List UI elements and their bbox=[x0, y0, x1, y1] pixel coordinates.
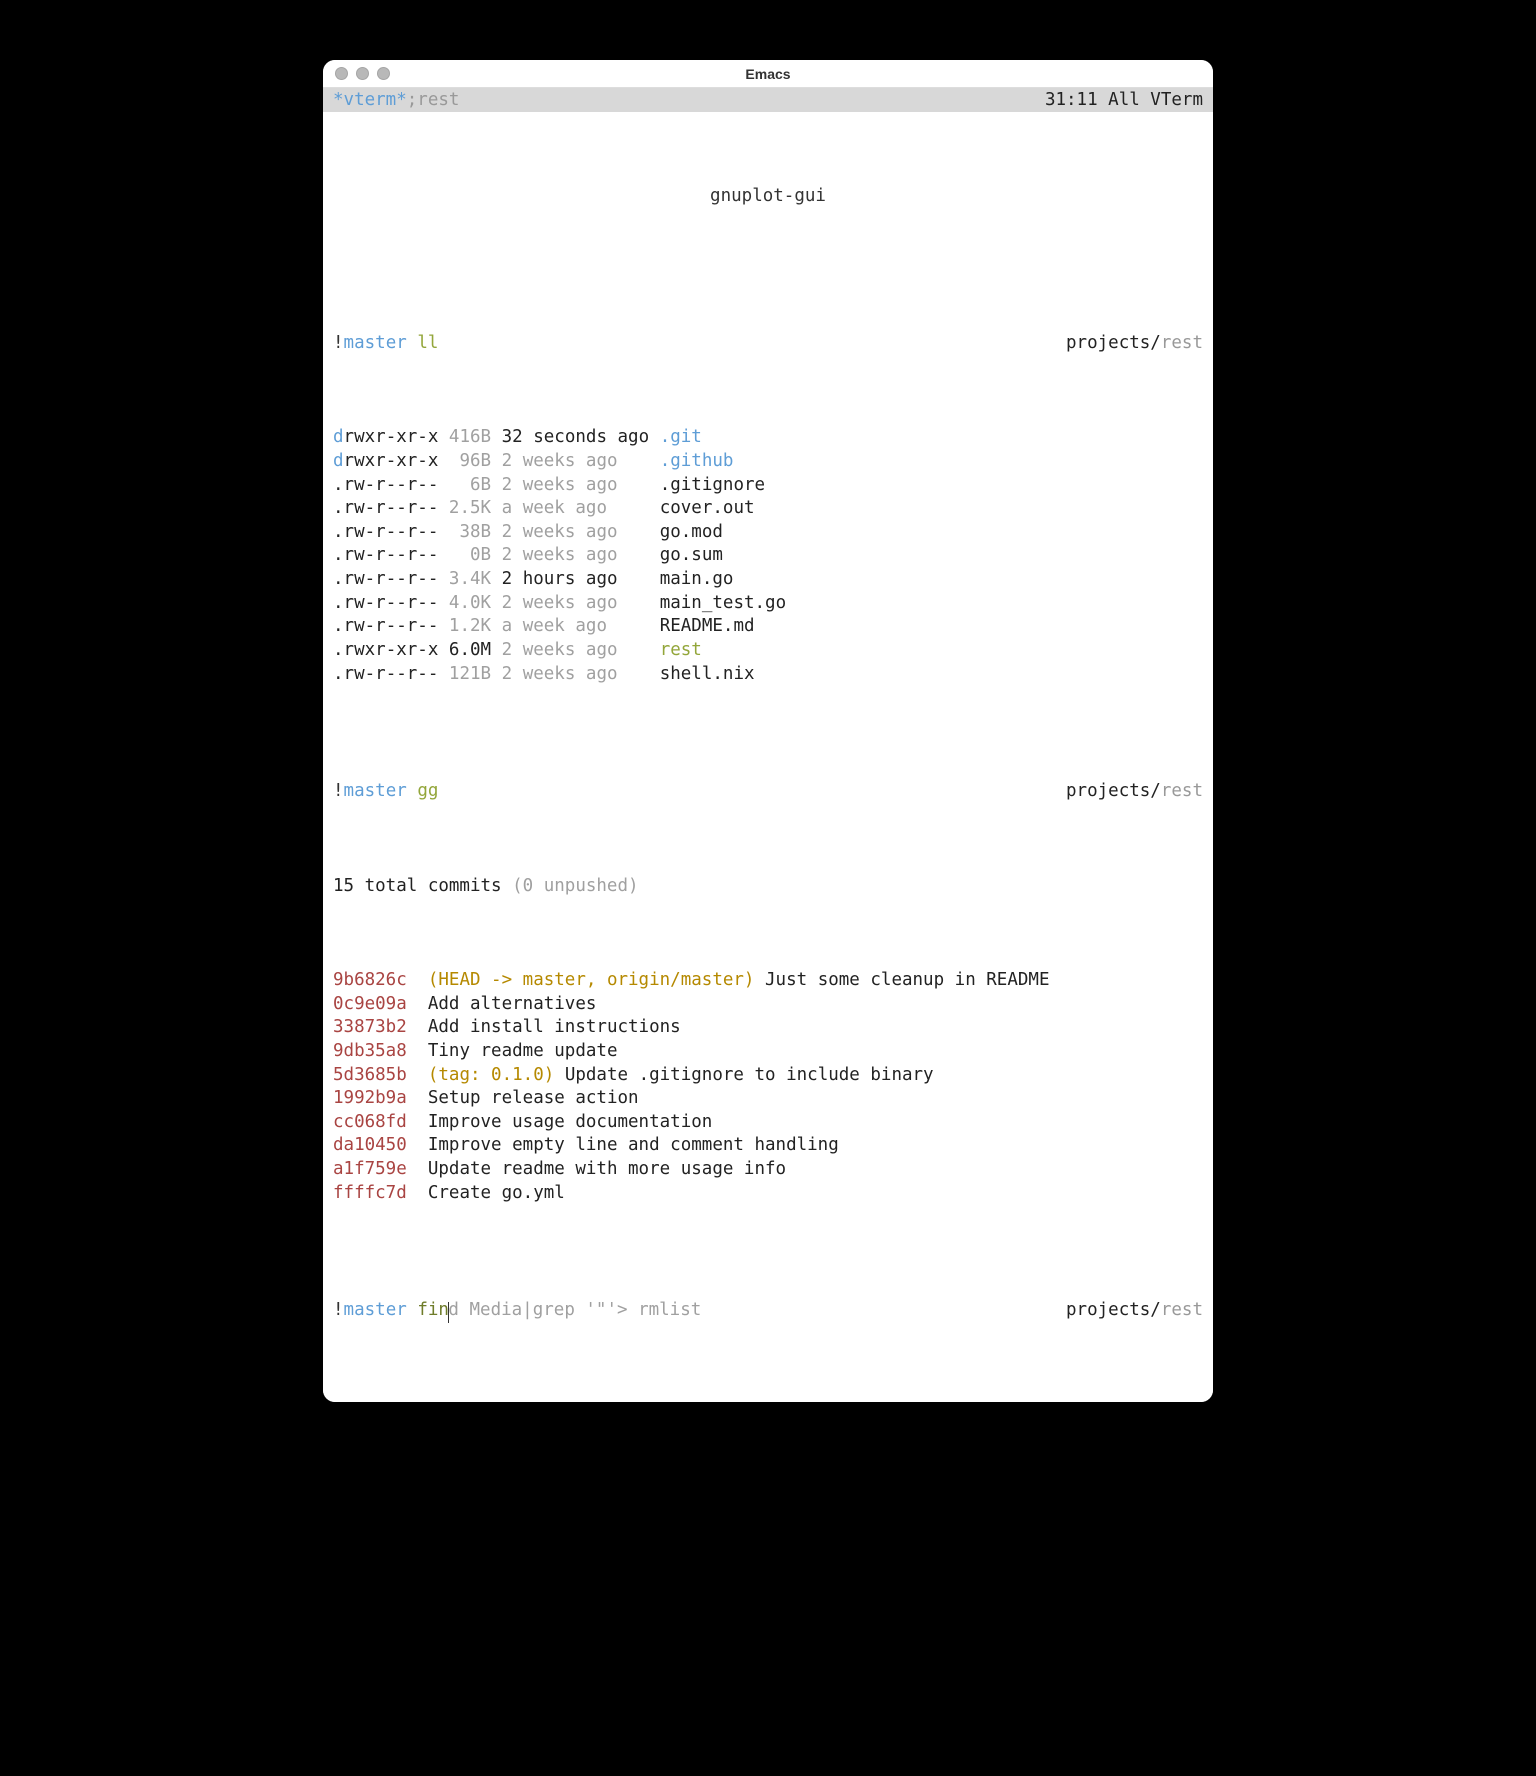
file-row: .rwxr-xr-x 6.0M 2 weeks ago rest bbox=[333, 639, 1203, 663]
commit-row: 1992b9a Setup release action bbox=[333, 1087, 1203, 1111]
file-listing: drwxr-xr-x 416B 32 seconds ago .gitdrwxr… bbox=[333, 426, 1203, 686]
commit-row: 33873b2 Add install instructions bbox=[333, 1016, 1203, 1040]
commit-row: 0c9e09a Add alternatives bbox=[333, 993, 1203, 1017]
commits-unpushed: (0 unpushed) bbox=[502, 876, 639, 896]
zoom-button[interactable] bbox=[377, 67, 390, 80]
prompt-ll: !master ll projects/rest bbox=[333, 332, 1203, 356]
window-title: Emacs bbox=[745, 66, 790, 82]
modeline-position: 31:11 All VTerm bbox=[1045, 90, 1203, 110]
autosuggest: d Media|grep '"'> rmlist bbox=[448, 1300, 701, 1320]
prompt-find[interactable]: !master find Media|grep '"'> rmlist proje… bbox=[333, 1299, 1203, 1323]
path-current: rest bbox=[1161, 333, 1203, 353]
file-row: .rw-r--r-- 121B 2 weeks ago shell.nix bbox=[333, 663, 1203, 687]
file-row: drwxr-xr-x 96B 2 weeks ago .github bbox=[333, 450, 1203, 474]
commit-row: ffffc7d Create go.yml bbox=[333, 1182, 1203, 1206]
typed-command: fin bbox=[417, 1300, 449, 1320]
modeline: *vterm* ;rest 31:11 All VTerm bbox=[323, 88, 1213, 112]
modeline-left: *vterm* ;rest bbox=[333, 90, 459, 110]
path-prefix: projects/ bbox=[1066, 1300, 1161, 1320]
command: ll bbox=[417, 333, 438, 353]
file-row: drwxr-xr-x 416B 32 seconds ago .git bbox=[333, 426, 1203, 450]
file-row: .rw-r--r-- 0B 2 weeks ago go.sum bbox=[333, 544, 1203, 568]
commit-row: da10450 Improve empty line and comment h… bbox=[333, 1134, 1203, 1158]
window-titlebar: Emacs bbox=[323, 60, 1213, 88]
file-row: .rw-r--r-- 6B 2 weeks ago .gitignore bbox=[333, 474, 1203, 498]
commits-total: 15 total commits bbox=[333, 876, 502, 896]
commit-row: 9db35a8 Tiny readme update bbox=[333, 1040, 1203, 1064]
path-current: rest bbox=[1161, 781, 1203, 801]
prompt-gg: !master gg projects/rest bbox=[333, 780, 1203, 804]
branch-name: master bbox=[344, 1300, 407, 1320]
commit-list: 9b6826c (HEAD -> master, origin/master) … bbox=[333, 969, 1203, 1205]
prompt-bang: ! bbox=[333, 1300, 344, 1320]
prompt-bang: ! bbox=[333, 333, 344, 353]
cursor bbox=[448, 1302, 450, 1323]
file-row: .rw-r--r-- 2.5K a week ago cover.out bbox=[333, 497, 1203, 521]
traffic-lights bbox=[335, 67, 390, 80]
branch-name: master bbox=[344, 781, 407, 801]
command: gg bbox=[417, 781, 438, 801]
close-button[interactable] bbox=[335, 67, 348, 80]
page-title: gnuplot-gui bbox=[333, 167, 1203, 233]
emacs-window: Emacs *vterm* ;rest 31:11 All VTerm gnup… bbox=[323, 60, 1213, 1402]
file-row: .rw-r--r-- 38B 2 weeks ago go.mod bbox=[333, 521, 1203, 545]
commits-header: 15 total commits (0 unpushed) bbox=[333, 875, 1203, 899]
commit-row: 5d3685b (tag: 0.1.0) Update .gitignore t… bbox=[333, 1064, 1203, 1088]
path-prefix: projects/ bbox=[1066, 333, 1161, 353]
minimize-button[interactable] bbox=[356, 67, 369, 80]
prompt-bang: ! bbox=[333, 781, 344, 801]
commit-row: 9b6826c (HEAD -> master, origin/master) … bbox=[333, 969, 1203, 993]
path-current: rest bbox=[1161, 1300, 1203, 1320]
commit-row: a1f759e Update readme with more usage in… bbox=[333, 1158, 1203, 1182]
commit-row: cc068fd Improve usage documentation bbox=[333, 1111, 1203, 1135]
buffer-name: *vterm* bbox=[333, 90, 407, 110]
path-prefix: projects/ bbox=[1066, 781, 1161, 801]
file-row: .rw-r--r-- 1.2K a week ago README.md bbox=[333, 615, 1203, 639]
file-row: .rw-r--r-- 3.4K 2 hours ago main.go bbox=[333, 568, 1203, 592]
file-row: .rw-r--r-- 4.0K 2 weeks ago main_test.go bbox=[333, 592, 1203, 616]
branch-name: master bbox=[344, 333, 407, 353]
modeline-suffix: ;rest bbox=[407, 90, 460, 110]
terminal-body[interactable]: gnuplot-gui !master llprojects/rest drwx… bbox=[323, 112, 1213, 1402]
